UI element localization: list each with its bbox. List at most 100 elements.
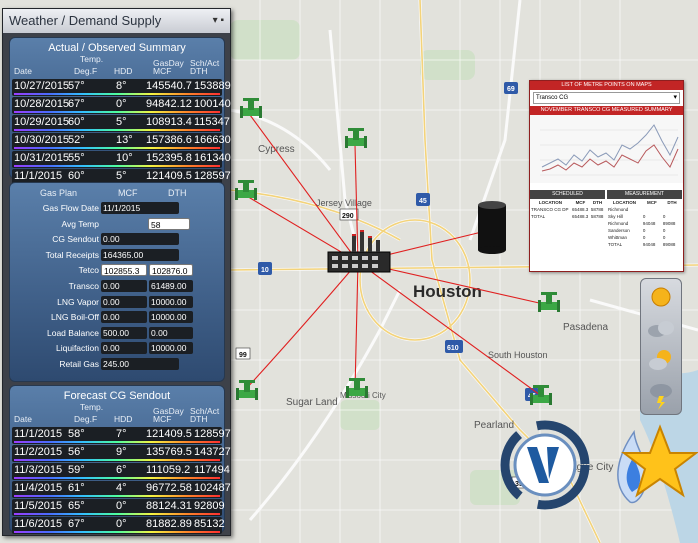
gasplan-value-field[interactable]: 164365.00	[101, 248, 179, 261]
cell-temp: 58°	[68, 428, 85, 440]
svg-text:10: 10	[261, 267, 269, 274]
gasplan-value-field[interactable]: 11/1/2015	[101, 202, 179, 214]
place-label-jersey-village: Jersey Village	[316, 198, 372, 208]
weather-demand-panel: Weather / Demand Supply ▾ ▪ Actual / Obs…	[2, 8, 231, 536]
cell-hdd: 6°	[116, 464, 127, 476]
gasplan-row: Transco 0.00 61489.00	[10, 279, 224, 294]
cell-mcf: 88124.31	[146, 500, 192, 512]
gasplan-value-field[interactable]: 10000.00	[149, 295, 193, 308]
svg-text:99: 99	[239, 352, 247, 359]
cloudy-icon[interactable]	[648, 321, 674, 337]
table-row[interactable]: 10/27/2015 57° 8° 145540.7 153889	[12, 79, 231, 96]
meter-list-title: LIST OF METRE POINTS ON MAPS	[530, 81, 683, 90]
actual-summary-title: Actual / Observed Summary	[48, 42, 186, 54]
shield-99: 99	[235, 347, 251, 360]
table-row[interactable]: 10/29/2015 60° 5° 108913.4 115347	[12, 115, 230, 132]
cell-temp: 57°	[68, 80, 85, 92]
table-row[interactable]: 11/6/2015 67° 0° 81882.89 85132	[12, 517, 225, 534]
temperature-gradient-bar	[14, 165, 220, 167]
cell-dth: 100140	[194, 98, 231, 110]
cell-date: 11/6/2015	[14, 518, 63, 530]
temperature-gradient-bar	[14, 129, 220, 131]
cell-temp: 55°	[68, 152, 85, 164]
gasplan-col-headers: Gas Plan MCF DTH	[40, 188, 187, 198]
table-row[interactable]: 11/2/2015 56° 9° 135769.5 143727	[12, 445, 231, 462]
gasplan-label: LNG Vapor	[57, 296, 99, 307]
valve-icon	[240, 98, 262, 118]
gasplan-value-field[interactable]: 61489.00	[149, 279, 193, 292]
gasplan-label: Transco	[68, 280, 99, 291]
gasplan-value-field[interactable]: 0.00	[101, 311, 147, 324]
storage-tank-icon[interactable]	[478, 201, 506, 254]
gasplan-row: Total Receipts 164365.00	[10, 248, 224, 263]
gasplan-value-field[interactable]: 10000.00	[149, 342, 193, 355]
table-row[interactable]: 11/3/2015 59° 6° 111059.2 117494	[12, 463, 230, 480]
cell-mcf: 135769.5	[146, 446, 192, 458]
chevron-down-icon: ▾	[673, 94, 677, 101]
gasplan-row: Avg Temp 58	[10, 217, 224, 232]
gasplan-value-field[interactable]: 0.00	[101, 279, 147, 292]
cell-date: 11/1/2015	[14, 428, 63, 440]
scheduled-table: SCHEDULED LOCATION MCF DTH TRANSCO CG DP 65…	[530, 190, 605, 248]
table-row[interactable]: 10/30/2015 52° 13° 157386.6 166630	[12, 133, 231, 150]
cell-date: 10/28/2015	[14, 98, 70, 110]
meter-select[interactable]: Transco CG ▾	[533, 92, 680, 104]
chart-title: NOVEMBER TRANSCO CG MEASURED SUMMARY	[530, 106, 683, 115]
table-row[interactable]: 10/31/2015 55° 10° 152395.8 161340	[12, 151, 231, 168]
cell-hdd: 0°	[116, 98, 127, 110]
gasplan-value-field[interactable]: 500.00	[101, 326, 147, 339]
gasplan-row: LNG Vapor 0.00 10000.00	[10, 295, 224, 310]
gasplan-row: Liquifaction 0.00 10000.00	[10, 341, 224, 356]
gasplan-row: Load Balance 500.00 0.00	[10, 326, 224, 341]
cell-temp: 52°	[68, 134, 85, 146]
shield-10-west: 10	[258, 262, 272, 275]
sun-icon[interactable]	[651, 287, 671, 307]
cell-temp: 61°	[68, 482, 85, 494]
gasplan-value-field[interactable]: 0.00	[101, 233, 179, 246]
cell-hdd: 13°	[116, 134, 133, 146]
table-row[interactable]: 10/28/2015 67° 0° 94842.12 100140	[12, 97, 231, 114]
cell-mcf: 157386.6	[146, 134, 192, 146]
gasplan-row: LNG Boil-Off 0.00 10000.00	[10, 310, 224, 325]
cell-temp: 60°	[68, 116, 85, 128]
gasplan-value-field[interactable]: 0.00	[149, 326, 193, 339]
forecast-section: Forecast CG Sendout Temp. GasDay Sch/Act…	[9, 385, 231, 534]
cell-hdd: 8°	[116, 80, 127, 92]
cell-dth: 128597	[194, 428, 231, 440]
gasplan-value-field[interactable]: 0.00	[101, 342, 147, 355]
panel-title: Weather / Demand Supply	[9, 13, 162, 28]
pin-icon[interactable]: ▾ ▪	[213, 9, 224, 33]
table-row[interactable]: 11/4/2015 61° 4° 96772.58 102487	[12, 481, 231, 498]
cell-date: 10/29/2015	[14, 116, 70, 128]
shield-290: 290	[339, 208, 359, 221]
cell-hdd: 4°	[116, 482, 127, 494]
gasplan-value-field[interactable]: 245.00	[101, 357, 179, 370]
partly-cloudy-icon[interactable]	[649, 350, 671, 370]
gasplan-label: Liquifaction	[55, 343, 99, 354]
svg-text:69: 69	[507, 86, 515, 93]
gasplan-value-field[interactable]: 102855.3	[101, 264, 147, 277]
gasplan-value-field[interactable]: 58	[148, 217, 190, 230]
cell-dth: 102487	[194, 482, 231, 494]
table-row[interactable]: 11/1/2015 58° 7° 121409.5 128597	[12, 427, 231, 444]
cell-temp: 59°	[68, 464, 85, 476]
cell-dth: 85132	[194, 518, 225, 530]
panel-header: Weather / Demand Supply ▾ ▪	[3, 9, 230, 33]
table-row[interactable]: 11/5/2015 65° 0° 88124.31 92809	[12, 499, 225, 516]
scheduled-grid: LOCATION MCF DTH TRANSCO CG DP 65488.3 58788…	[531, 200, 604, 219]
thunderstorm-icon[interactable]	[650, 384, 672, 410]
cell-date: 10/31/2015	[14, 152, 70, 164]
gasplan-value-field[interactable]: 10000.00	[149, 311, 193, 324]
gasplan-row: Gas Flow Date 11/1/2015	[10, 201, 224, 216]
gasplan-value-field[interactable]: 102876.0	[149, 264, 193, 277]
cell-temp: 65°	[68, 500, 85, 512]
forecast-title: Forecast CG Sendout	[63, 390, 171, 402]
summary-tables: SCHEDULED LOCATION MCF DTH TRANSCO CG DP 65…	[530, 190, 683, 248]
temperature-gradient-bar	[14, 459, 220, 461]
place-label-sugar-land: Sugar Land	[286, 397, 338, 408]
measurement-table: MEASUREMENT LOCATION MCF DTH Richmond Sky …	[607, 190, 682, 248]
cell-hdd: 0°	[116, 500, 127, 512]
gasplan-value-field[interactable]: 0.00	[101, 295, 147, 308]
gasplan-label: Avg Temp	[61, 218, 100, 229]
cell-date: 11/4/2015	[14, 482, 63, 494]
